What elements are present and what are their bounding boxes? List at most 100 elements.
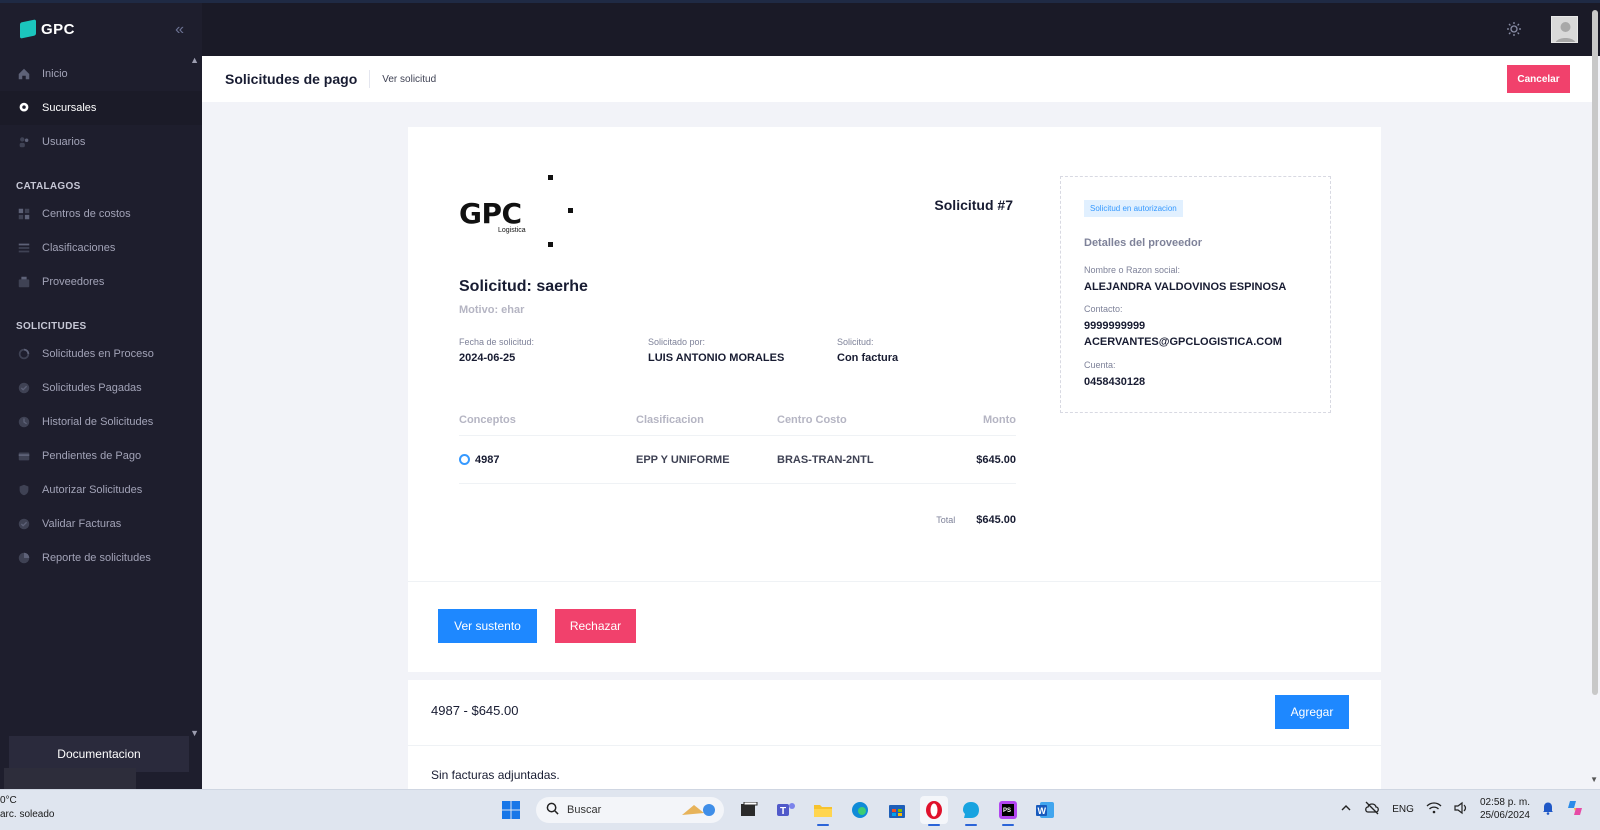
rechazar-button[interactable]: Rechazar: [555, 609, 636, 643]
home-icon: [17, 67, 31, 81]
sidebar-item-label: Centros de costos: [42, 208, 131, 220]
logo-text: GPC: [459, 197, 522, 230]
provider-contact: Contacto: 9999999999 ACERVANTES@GPCLOGIS…: [1084, 304, 1282, 350]
sidebar-item-sucursales[interactable]: Sucursales: [0, 91, 202, 125]
ver-sustento-button[interactable]: Ver sustento: [438, 609, 537, 643]
page-scrollbar[interactable]: [1592, 10, 1598, 695]
language-indicator[interactable]: ENG: [1392, 804, 1414, 815]
phpstorm-icon[interactable]: PS: [994, 796, 1022, 826]
brand-name: GPC: [41, 20, 76, 38]
grid-icon: [17, 207, 31, 221]
svg-text:W: W: [1038, 806, 1047, 816]
provider-account-value: 0458430128: [1084, 376, 1146, 388]
sidebar-item-pendientes-de-pago[interactable]: Pendientes de Pago: [0, 439, 202, 473]
word-icon[interactable]: W: [1031, 796, 1059, 824]
column-header-clasificacion: Clasificacion: [636, 413, 704, 426]
request-card: GPC Logistica Solicitud #7 Solicitud: sa…: [408, 127, 1381, 672]
amount-cell: $645.00: [976, 453, 1016, 466]
sidebar-scroll-up-icon[interactable]: ▲: [190, 55, 199, 65]
sidebar-item-label: Pendientes de Pago: [42, 450, 142, 462]
svg-text:PS: PS: [1003, 808, 1011, 814]
card-divider: [408, 581, 1381, 582]
windows-taskbar: 0°C arc. soleado Buscar T PS W ENG 02:58…: [0, 789, 1600, 830]
total-row: Total $645.00: [459, 514, 1016, 526]
request-title: Solicitud: saerhe: [459, 278, 588, 295]
requested-by: Solicitado por: LUIS ANTONIO MORALES: [648, 337, 784, 364]
notification-bell-icon[interactable]: [1542, 801, 1554, 818]
radio-icon[interactable]: [459, 454, 470, 465]
clock-date: 25/06/2024: [1479, 810, 1530, 821]
sidebar-item-autorizar-solicitudes[interactable]: Autorizar Solicitudes: [0, 473, 202, 507]
top-header: [202, 3, 1600, 56]
task-view-icon[interactable]: [735, 796, 763, 824]
sidebar-item-centros-de-costos[interactable]: Centros de costos: [0, 197, 202, 231]
concepts-table-header: Conceptos Clasificacion Centro Costo Mon…: [459, 412, 1016, 436]
weather-temperature: 0°C: [0, 795, 17, 806]
sidebar-item-reporte-de-solicitudes[interactable]: Reporte de solicitudes: [0, 541, 202, 575]
page-title: Solicitudes de pago: [225, 71, 358, 87]
sidebar-item-label: Inicio: [42, 68, 68, 80]
volume-icon[interactable]: [1454, 801, 1468, 818]
logo-dot: [568, 208, 573, 213]
request-reason: Motivo: ehar: [459, 304, 525, 316]
card-icon: [17, 449, 31, 463]
cancel-button[interactable]: Cancelar: [1507, 65, 1570, 93]
windows-start-icon[interactable]: [497, 796, 525, 824]
provider-details-title: Detalles del proveedor: [1084, 237, 1202, 249]
request-date-label: Fecha de solicitud:: [459, 337, 535, 347]
weather-widget[interactable]: 0°C arc. soleado: [0, 794, 54, 822]
request-date-value: 2024-06-25: [459, 352, 516, 364]
copilot-icon[interactable]: [1566, 799, 1584, 820]
status-badge: Solicitud en autorizacion: [1084, 200, 1183, 217]
sidebar-item-label: Validar Facturas: [42, 518, 122, 530]
opera-icon[interactable]: [920, 796, 948, 826]
wifi-icon[interactable]: [1426, 801, 1442, 818]
chevron-up-icon[interactable]: [1340, 803, 1352, 816]
shield-icon: [17, 483, 31, 497]
user-avatar[interactable]: [1551, 16, 1578, 43]
check-circle-icon: [17, 517, 31, 531]
subheader-separator: [369, 70, 371, 88]
sidebar-item-historial-de-solicitudes[interactable]: Historial de Solicitudes: [0, 405, 202, 439]
request-type-label: Solicitud:: [837, 337, 874, 347]
edge-icon[interactable]: [846, 796, 874, 824]
request-date: Fecha de solicitud: 2024-06-25: [459, 337, 534, 364]
taskbar-search[interactable]: Buscar: [536, 797, 724, 823]
sidebar-item-clasificaciones[interactable]: Clasificaciones: [0, 231, 202, 265]
system-clock[interactable]: 02:58 p. m. 25/06/2024: [1480, 796, 1530, 822]
brand-logo[interactable]: GPC: [20, 19, 76, 39]
column-header-conceptos: Conceptos: [459, 413, 516, 426]
provider-contact-email: ACERVANTES@GPCLOGISTICA.COM: [1084, 336, 1282, 348]
breadcrumb[interactable]: Ver solicitud: [382, 74, 436, 85]
sidebar-item-solicitudes-en-proceso[interactable]: Solicitudes en Proceso: [0, 337, 202, 371]
sidebar-item-label: Clasificaciones: [42, 242, 116, 254]
sidebar-item-inicio[interactable]: Inicio: [0, 57, 202, 91]
requested-by-value: LUIS ANTONIO MORALES: [648, 352, 785, 364]
cloud-offline-icon[interactable]: [1364, 801, 1380, 818]
documentation-button[interactable]: Documentacion: [9, 736, 189, 772]
spinner-icon: [17, 347, 31, 361]
collapse-sidebar-button[interactable]: «: [175, 21, 184, 39]
agregar-button[interactable]: Agregar: [1275, 695, 1349, 729]
sidebar-item-validar-facturas[interactable]: Validar Facturas: [0, 507, 202, 541]
briefcase-icon: [17, 275, 31, 289]
sidebar-scroll-down-icon[interactable]: ▼: [190, 728, 199, 738]
file-explorer-icon[interactable]: [809, 796, 837, 826]
sidebar-item-label: Sucursales: [42, 102, 97, 114]
provider-name: Nombre o Razon social: ALEJANDRA VALDOVI…: [1084, 265, 1286, 295]
location-icon: [17, 101, 31, 115]
classification-cell: EPP Y UNIFORME: [636, 453, 730, 466]
search-highlight-icon: [680, 801, 716, 822]
table-row[interactable]: 4987 EPP Y UNIFORME BRAS-TRAN-2NTL $645.…: [459, 436, 1016, 484]
sidebar-item-usuarios[interactable]: Usuarios: [0, 125, 202, 159]
chat-app-icon[interactable]: [957, 796, 985, 826]
brand-logo-icon: [20, 19, 36, 39]
page-scroll-down-icon[interactable]: ▼: [1590, 775, 1598, 784]
store-icon[interactable]: [883, 796, 911, 824]
sidebar-item-proveedores[interactable]: Proveedores: [0, 265, 202, 299]
invoices-card: 4987 - $645.00 Agregar Sin facturas adju…: [408, 680, 1381, 789]
concepts-table: Conceptos Clasificacion Centro Costo Mon…: [459, 412, 1016, 484]
sidebar-item-solicitudes-pagadas[interactable]: Solicitudes Pagadas: [0, 371, 202, 405]
teams-icon[interactable]: T: [772, 796, 800, 824]
theme-toggle-icon[interactable]: [1506, 21, 1522, 42]
